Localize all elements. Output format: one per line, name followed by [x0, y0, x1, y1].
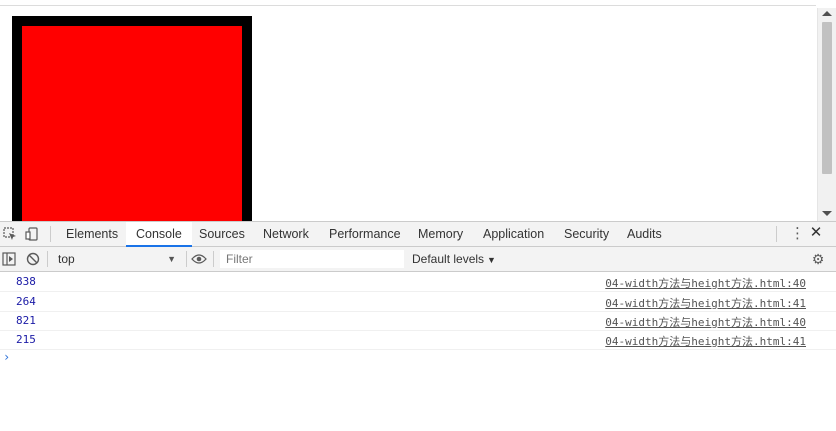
tab-security[interactable]: Security — [554, 222, 619, 246]
demo-box — [12, 16, 252, 221]
scroll-down-icon[interactable] — [822, 211, 832, 216]
context-selector[interactable]: top ▼ — [52, 249, 182, 269]
log-levels-label: Default levels — [412, 252, 485, 266]
tab-application[interactable]: Application — [473, 222, 554, 246]
console-prompt[interactable]: › — [3, 350, 10, 364]
log-value: 264 — [16, 295, 36, 308]
log-source-link[interactable]: 04-width方法与height方法.html:40 — [605, 314, 806, 330]
tab-sources[interactable]: Sources — [189, 222, 255, 246]
log-source-link[interactable]: 04-width方法与height方法.html:41 — [605, 295, 806, 311]
tab-network[interactable]: Network — [253, 222, 319, 246]
console-row: 838 04-width方法与height方法.html:40 — [0, 272, 836, 292]
close-icon[interactable]: ✕ — [809, 224, 823, 242]
tab-audits[interactable]: Audits — [617, 222, 672, 246]
console-row: 821 04-width方法与height方法.html:40 — [0, 311, 836, 331]
more-options-icon[interactable]: ⋮ — [790, 226, 805, 242]
sidebar-toggle-icon[interactable] — [1, 251, 17, 267]
toolbar-separator — [50, 226, 51, 242]
toolbar-separator — [47, 251, 48, 267]
tab-elements[interactable]: Elements — [56, 222, 128, 246]
inspect-element-icon[interactable] — [2, 226, 18, 242]
console-row: 215 04-width方法与height方法.html:41 — [0, 330, 836, 350]
scroll-up-icon[interactable] — [822, 11, 832, 16]
console-toolbar: top ▼ Default levels▼ ⚙ — [0, 247, 836, 272]
device-toolbar-icon[interactable] — [24, 226, 40, 242]
dropdown-caret-icon: ▼ — [167, 254, 176, 264]
clear-console-icon[interactable] — [25, 251, 41, 267]
log-value: 838 — [16, 275, 36, 288]
devtools-panel: Elements Console Sources Network Perform… — [0, 221, 836, 431]
devtools-tabbar: Elements Console Sources Network Perform… — [0, 222, 836, 247]
log-source-link[interactable]: 04-width方法与height方法.html:41 — [605, 333, 806, 349]
console-row: 264 04-width方法与height方法.html:41 — [0, 292, 836, 312]
log-levels-dropdown[interactable]: Default levels ▼ — [412, 249, 496, 269]
settings-gear-icon[interactable]: ⚙ — [810, 251, 826, 267]
dropdown-caret-icon: ▼ — [487, 255, 496, 265]
log-source-link[interactable]: 04-width方法与height方法.html:40 — [605, 275, 806, 291]
toolbar-separator — [186, 251, 187, 267]
tab-memory[interactable]: Memory — [408, 222, 473, 246]
console-output: 838 04-width方法与height方法.html:40 264 04-w… — [0, 272, 836, 431]
toolbar-separator — [213, 251, 214, 267]
log-value: 821 — [16, 314, 36, 327]
tab-console[interactable]: Console — [126, 222, 192, 247]
scrollbar-thumb[interactable] — [822, 22, 832, 174]
eye-icon[interactable] — [191, 251, 207, 267]
page-viewport — [0, 0, 836, 221]
page-scrollbar[interactable] — [817, 8, 836, 221]
log-value: 215 — [16, 333, 36, 346]
filter-input[interactable] — [220, 250, 404, 268]
top-divider — [0, 5, 816, 6]
toolbar-separator — [776, 226, 777, 242]
context-value: top — [58, 252, 75, 266]
tab-performance[interactable]: Performance — [319, 222, 411, 246]
